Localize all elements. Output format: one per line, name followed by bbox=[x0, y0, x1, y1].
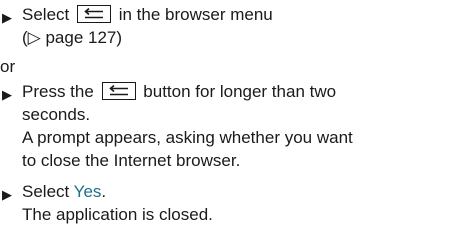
back-button-icon bbox=[101, 82, 136, 100]
step-2-line-2: seconds. bbox=[22, 105, 91, 124]
step-3-result: The application is closed. bbox=[22, 205, 213, 224]
back-button-icon bbox=[76, 5, 111, 23]
step-1-text-before: Select bbox=[22, 5, 70, 24]
or-label: or bbox=[0, 57, 16, 76]
step-1-page-ref: (▷ page 127) bbox=[22, 28, 123, 47]
step-3-line-1: Select Yes. bbox=[22, 181, 106, 202]
back-arrow-icon bbox=[84, 8, 103, 19]
step-2-result-line-2: to close the Internet browser. bbox=[22, 151, 241, 170]
bullet-step-2: ▶ bbox=[2, 87, 12, 102]
step-2-line-1: Press the button for longer than two bbox=[22, 81, 336, 102]
back-arrow-icon bbox=[108, 85, 128, 96]
step-2-result-line-1: A prompt appears, asking whether you wan… bbox=[22, 128, 353, 147]
step-2-text-after: button for longer than two bbox=[143, 82, 337, 101]
step-3-text-before: Select bbox=[22, 182, 70, 201]
step-2-text-before: Press the bbox=[22, 82, 94, 101]
bullet-step-1: ▶ bbox=[2, 10, 12, 25]
step-1-text-after: in the browser menu bbox=[118, 5, 273, 24]
bullet-step-3: ▶ bbox=[2, 187, 12, 202]
step-3-text-after: . bbox=[101, 182, 107, 201]
yes-option: Yes bbox=[73, 182, 102, 201]
step-1-line-1: Select in the browser menu bbox=[22, 4, 273, 25]
